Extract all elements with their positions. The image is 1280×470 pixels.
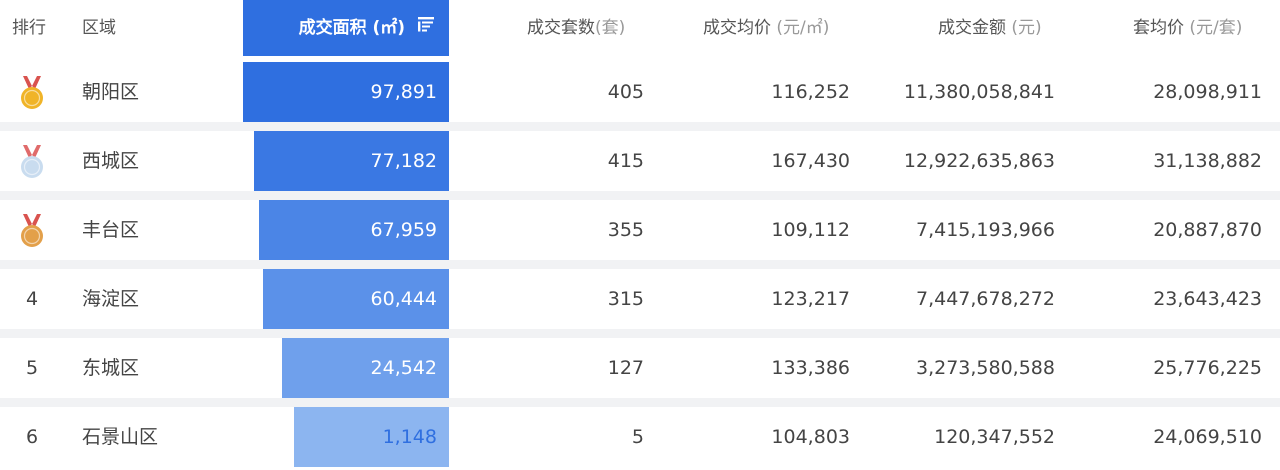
row-separator <box>0 329 1280 338</box>
area-bar-cell: 97,891 <box>243 62 449 122</box>
area-bar: 24,542 <box>282 338 449 398</box>
medal-rank-number: 1 <box>46 105 54 116</box>
table-row[interactable]: 4 海淀区 60,444 315 123,217 7,447,678,272 23,643,… <box>0 269 1280 329</box>
deal-amount: 12,922,635,863 <box>903 150 1055 172</box>
table-row[interactable]: 1 朝阳区 97,891 405 116,252 11,380,058,841 28,098… <box>0 62 1280 122</box>
rank-number: 5 <box>25 357 39 379</box>
header-rank[interactable]: 排行 <box>12 0 46 56</box>
deal-amount: 3,273,580,588 <box>915 357 1055 379</box>
header-amount-label: 成交金额 <box>938 18 1006 38</box>
table-row[interactable]: 2 西城区 77,182 415 167,430 12,922,635,863 31,138… <box>0 131 1280 191</box>
medal-rank-number: 2 <box>46 174 54 185</box>
deal-count: 355 <box>607 219 644 241</box>
row-separator <box>0 398 1280 407</box>
avg-price: 109,112 <box>771 219 850 241</box>
area-bar-cell: 24,542 <box>243 338 449 398</box>
avg-price: 104,803 <box>771 426 850 448</box>
header-region[interactable]: 区域 <box>82 0 116 56</box>
area-bar-cell: 1,148 <box>243 407 449 467</box>
area-bar: 60,444 <box>263 269 449 329</box>
header-avg-price-unit: (元/㎡) <box>776 18 830 38</box>
table-row[interactable]: 6 石景山区 1,148 5 104,803 120,347,552 24,069,510 <box>0 407 1280 467</box>
deal-count: 415 <box>607 150 644 172</box>
header-count[interactable]: 成交套数(套) <box>527 0 625 56</box>
area-bar: 77,182 <box>254 131 449 191</box>
unit-price: 23,643,423 <box>1153 288 1262 310</box>
area-bar: 1,148 <box>294 407 449 467</box>
region-name: 西城区 <box>82 150 140 172</box>
deal-count: 315 <box>607 288 644 310</box>
avg-price: 123,217 <box>771 288 850 310</box>
rank-medal: 2 <box>0 131 64 191</box>
header-avg-price-label: 成交均价 <box>703 18 771 38</box>
sort-descending-icon[interactable] <box>417 0 435 56</box>
header-area-unit: (㎡) <box>372 18 406 38</box>
region-name: 海淀区 <box>82 288 140 310</box>
table-header: 排行 区域 成交面积 (㎡) 成交套数(套) 成交均价 (元/㎡) 成交金额 (… <box>0 0 1280 56</box>
avg-price: 133,386 <box>771 357 850 379</box>
area-bar-cell: 67,959 <box>243 200 449 260</box>
unit-price: 25,776,225 <box>1153 357 1262 379</box>
row-separator <box>0 191 1280 200</box>
rank-medal: 1 <box>0 62 64 122</box>
deal-count: 5 <box>631 426 644 448</box>
header-unit-price-label: 套均价 <box>1133 18 1184 38</box>
header-area[interactable]: 成交面积 (㎡) <box>243 0 449 56</box>
region-name: 丰台区 <box>82 219 140 241</box>
row-separator <box>0 122 1280 131</box>
header-count-unit: (套) <box>595 18 626 38</box>
deal-amount: 7,447,678,272 <box>915 288 1055 310</box>
unit-price: 20,887,870 <box>1153 219 1262 241</box>
header-unit-price-unit: (元/套) <box>1189 18 1243 38</box>
ranking-table: 排行 区域 成交面积 (㎡) 成交套数(套) 成交均价 (元/㎡) 成交金额 (… <box>0 0 1280 470</box>
table-row[interactable]: 3 丰台区 67,959 355 109,112 7,415,193,966 20,887,… <box>0 200 1280 260</box>
area-bar: 67,959 <box>259 200 449 260</box>
unit-price: 28,098,911 <box>1153 81 1262 103</box>
deal-amount: 11,380,058,841 <box>903 81 1055 103</box>
header-area-label: 成交面积 <box>298 18 367 38</box>
area-bar: 97,891 <box>243 62 449 122</box>
medal-rank-number: 3 <box>46 243 54 254</box>
header-count-label: 成交套数 <box>527 18 595 38</box>
table-row[interactable]: 5 东城区 24,542 127 133,386 3,273,580,588 25,776,… <box>0 338 1280 398</box>
avg-price: 167,430 <box>771 150 850 172</box>
header-avg-price[interactable]: 成交均价 (元/㎡) <box>703 0 829 56</box>
unit-price: 31,138,882 <box>1153 150 1262 172</box>
area-bar-cell: 77,182 <box>243 131 449 191</box>
rank-number: 6 <box>25 426 39 448</box>
avg-price: 116,252 <box>771 81 850 103</box>
deal-count: 405 <box>607 81 644 103</box>
region-name: 石景山区 <box>82 426 159 448</box>
rank-medal: 3 <box>0 200 64 260</box>
header-unit-price[interactable]: 套均价 (元/套) <box>1133 0 1242 56</box>
header-amount[interactable]: 成交金额 (元) <box>938 0 1042 56</box>
deal-count: 127 <box>607 357 644 379</box>
region-name: 朝阳区 <box>82 81 140 103</box>
deal-amount: 7,415,193,966 <box>915 219 1055 241</box>
rank-number: 4 <box>25 288 39 310</box>
unit-price: 24,069,510 <box>1153 426 1262 448</box>
area-bar-cell: 60,444 <box>243 269 449 329</box>
deal-amount: 120,347,552 <box>934 426 1055 448</box>
region-name: 东城区 <box>82 357 140 379</box>
row-separator <box>0 260 1280 269</box>
header-amount-unit: (元) <box>1011 18 1042 38</box>
